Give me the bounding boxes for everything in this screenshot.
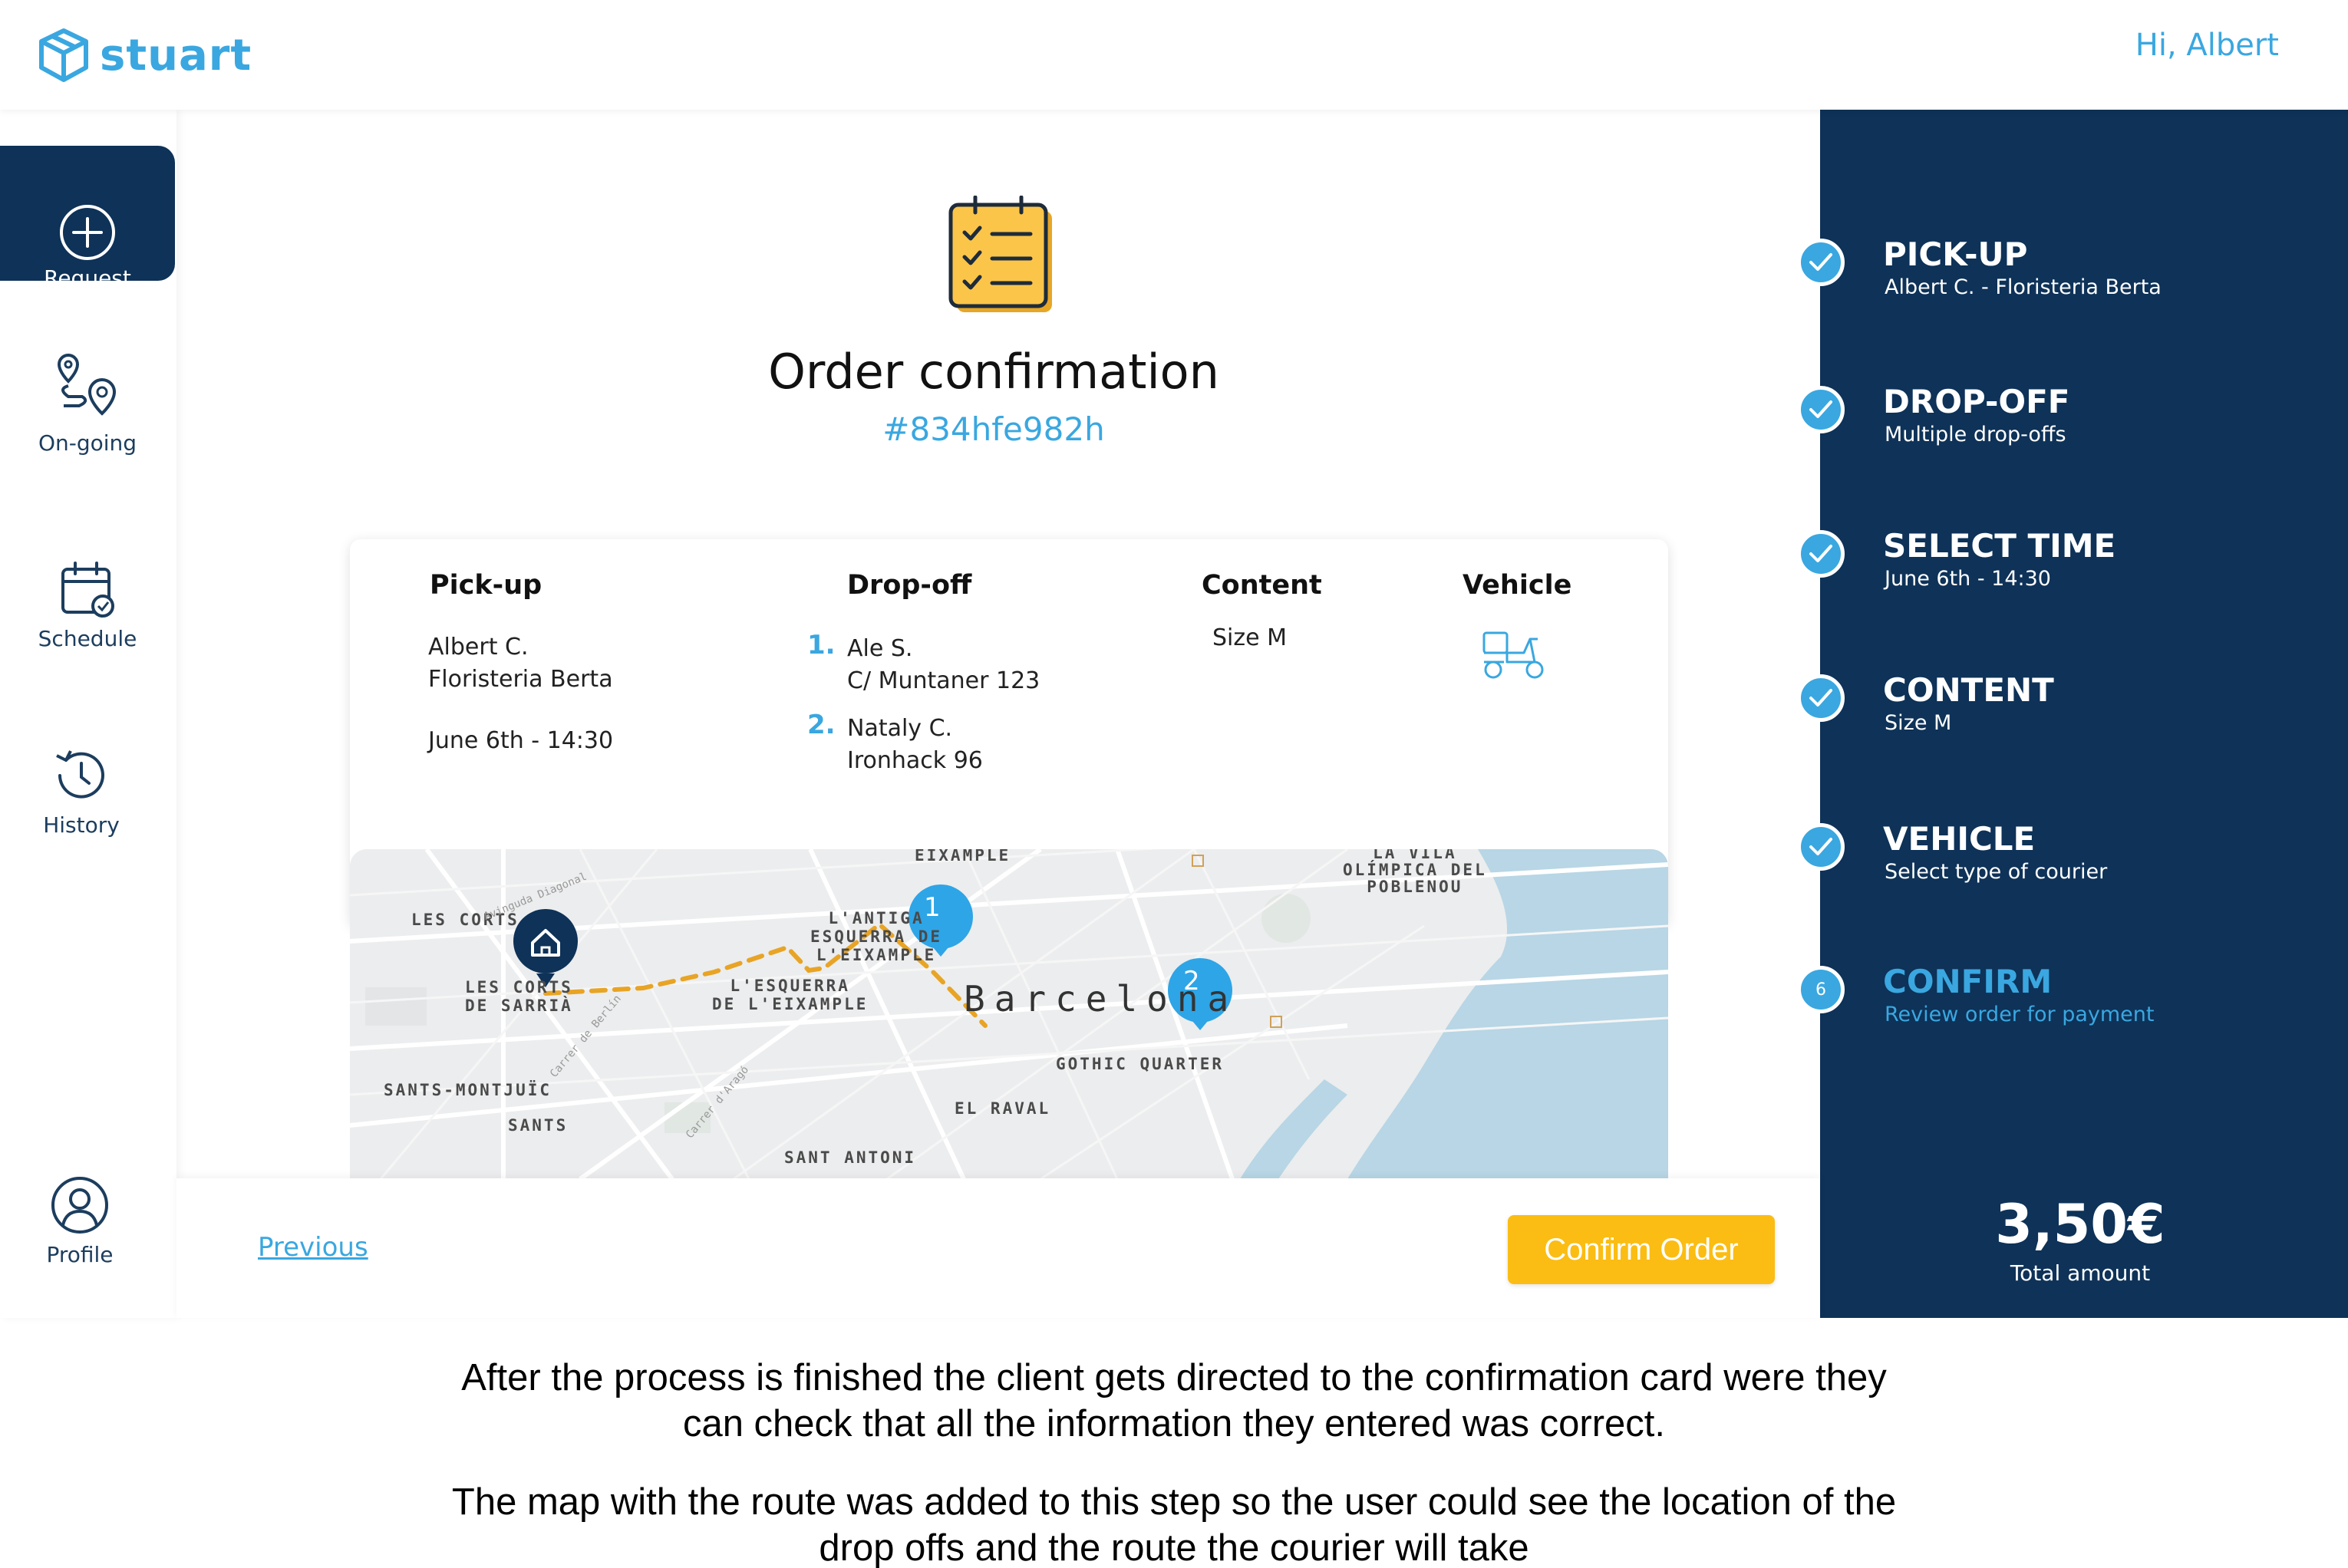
stuart-box-icon — [39, 28, 88, 82]
map-label-city: Barcelona — [964, 978, 1238, 1020]
pickup-place: Floristeria Berta — [428, 666, 613, 693]
step-subtitle: Review order for payment — [1885, 1003, 2155, 1026]
check-icon — [1797, 823, 1845, 871]
map-label-eixample: EIXAMPLE — [915, 849, 1011, 865]
total-amount: 3,50€ — [1995, 1193, 2165, 1256]
checklist-clipboard-icon — [948, 196, 1052, 312]
order-id: #834hfe982h — [882, 410, 1105, 448]
history-clock-icon — [56, 750, 104, 799]
map-label-antiga-esquerra: L'ANTIGA ESQUERRA DE L'EIXAMPLE — [810, 909, 943, 964]
step-title: PICK-UP — [1883, 236, 2028, 273]
step-subtitle: Multiple drop-offs — [1885, 423, 2066, 446]
sidebar-item-schedule[interactable]: Schedule — [0, 558, 175, 658]
action-footer: Previous Confirm Order — [176, 1178, 1820, 1318]
scooter-icon — [1482, 631, 1544, 679]
map-label-sants-montjuic: SANTS-MONTJUÏC — [384, 1081, 552, 1099]
content-header: Content — [1202, 570, 1322, 601]
map-label-sant-antoni: SANT ANTONI — [784, 1148, 917, 1167]
step-title: CONTENT — [1883, 671, 2054, 709]
brand-name: stuart — [100, 30, 252, 81]
map-label-sants: SANTS — [508, 1116, 569, 1135]
step-subtitle: Albert C. - Floristeria Berta — [1885, 275, 2162, 299]
check-icon — [1797, 239, 1845, 286]
dropoff-header: Drop-off — [847, 570, 972, 601]
sidebar-label-history: History — [43, 812, 120, 838]
step-title: CONFIRM — [1883, 963, 2053, 1000]
profile-icon — [51, 1177, 108, 1234]
sidebar-item-history[interactable]: History — [0, 745, 169, 845]
dropoff-number-2: 2. — [807, 710, 836, 740]
sidebar-item-profile[interactable]: Profile — [0, 1174, 167, 1274]
content-size: Size M — [1212, 624, 1288, 651]
caption-line: After the process is finished the client… — [461, 1357, 1887, 1398]
page-title: Order confirmation — [768, 344, 1219, 400]
total-amount-label: Total amount — [2010, 1260, 2151, 1286]
caption-line: drop offs and the route the courier will… — [819, 1527, 1529, 1568]
pickup-name: Albert C. — [428, 634, 529, 660]
vehicle-header: Vehicle — [1463, 570, 1572, 601]
dropoff-name-1: Ale S. — [847, 635, 913, 662]
previous-link[interactable]: Previous — [258, 1232, 368, 1263]
map-label-esquerra-eixample: L'ESQUERRA DE L'EIXAMPLE — [712, 977, 869, 1013]
map-label-vila-olimpica: LA VILA OLÍMPICA DEL POBLENOU — [1343, 849, 1487, 896]
sidebar-label-request: Request — [44, 265, 131, 291]
check-icon — [1797, 386, 1845, 433]
step-title: VEHICLE — [1883, 820, 2036, 858]
step-title: SELECT TIME — [1883, 527, 2116, 565]
dropoff-name-2: Nataly C. — [847, 715, 953, 742]
marker-1-label: 1 — [924, 892, 941, 923]
map-label-les-corts-sarria: LES CORTS DE SARRIÀ — [465, 978, 573, 1015]
map-label-gothic: GOTHIC QUARTER — [1056, 1055, 1225, 1073]
dropoff-address-1: C/ Muntaner 123 — [847, 667, 1040, 694]
caption-paragraph-2: The map with the route was added to this… — [0, 1479, 2348, 1568]
sidebar-label-profile: Profile — [46, 1242, 114, 1267]
caption-line: The map with the route was added to this… — [451, 1481, 1897, 1523]
step-number-badge: 6 — [1797, 966, 1845, 1013]
steps-panel: PICK-UP Albert C. - Floristeria Berta DR… — [1797, 110, 2348, 1318]
plus-circle-icon — [60, 205, 115, 260]
sidebar-item-request[interactable]: Request — [0, 146, 175, 291]
step-subtitle: June 6th - 14:30 — [1885, 567, 2051, 591]
step-subtitle: Select type of courier — [1885, 860, 2108, 884]
calendar-icon — [61, 562, 114, 618]
caption-paragraph-1: After the process is finished the client… — [0, 1355, 2348, 1447]
route-pins-icon — [57, 353, 117, 416]
confirm-order-button[interactable]: Confirm Order — [1508, 1215, 1775, 1284]
step-number: 6 — [1815, 980, 1826, 1000]
dropoff-address-2: Ironhack 96 — [847, 747, 983, 774]
step-subtitle: Size M — [1885, 711, 1952, 735]
top-bar: stuart Hi, Albert — [0, 0, 2348, 110]
check-icon — [1797, 674, 1845, 722]
dropoff-number-1: 1. — [807, 630, 836, 660]
pickup-time: June 6th - 14:30 — [428, 727, 614, 754]
map-label-raval: EL RAVAL — [955, 1099, 1051, 1118]
main-content: Order confirmation #834hfe982h Pick-up D… — [176, 110, 1820, 1318]
check-icon — [1797, 530, 1845, 578]
pickup-header: Pick-up — [430, 570, 542, 601]
stuart-logo[interactable]: stuart — [38, 25, 252, 86]
sidebar-label-schedule: Schedule — [38, 626, 137, 651]
user-greeting[interactable]: Hi, Albert — [2135, 28, 2279, 63]
sidebar: Request On-going Schedule History Profil… — [0, 110, 176, 1318]
caption-line: can check that all the information they … — [682, 1403, 1666, 1444]
sidebar-label-ongoing: On-going — [38, 430, 137, 456]
sidebar-item-ongoing[interactable]: On-going — [0, 348, 175, 463]
step-title: DROP-OFF — [1883, 383, 2070, 420]
